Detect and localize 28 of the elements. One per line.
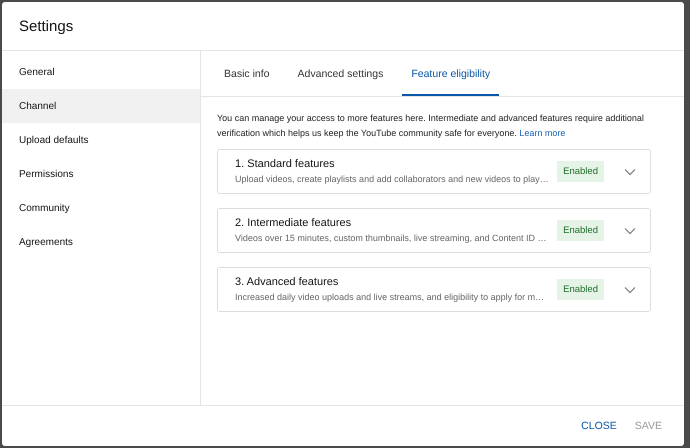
- status-badge: Enabled: [557, 161, 604, 182]
- footer-button[interactable]: CLOSE: [573, 414, 625, 438]
- sidebar-item[interactable]: Upload defaults: [2, 123, 200, 157]
- tab[interactable]: Advanced settings: [288, 51, 392, 96]
- tab[interactable]: Basic info: [215, 51, 279, 96]
- sidebar-item[interactable]: General: [2, 55, 200, 89]
- feature-description: Videos over 15 minutes, custom thumbnails, live streaming, and Content ID …: [235, 232, 548, 244]
- learn-more-link[interactable]: Learn more: [519, 128, 566, 138]
- feature-title: 3. Advanced features: [235, 276, 340, 288]
- feature-card[interactable]: 1. Standard features Upload videos, create playlists and add collaborators and new videos to play… Enabled: [217, 149, 651, 194]
- tab[interactable]: Feature eligibility: [402, 51, 500, 96]
- status-badge: Enabled: [557, 220, 604, 241]
- feature-description: Increased daily video uploads and live streams, and eligibility to apply for m…: [235, 291, 546, 303]
- status-badge: Enabled: [557, 279, 604, 300]
- feature-title: 2. Intermediate features: [235, 217, 352, 229]
- sidebar-item[interactable]: Community: [2, 191, 200, 225]
- dialog-title: Settings: [19, 18, 74, 34]
- feature-title: 1. Standard features: [235, 158, 336, 170]
- feature-card[interactable]: 2. Intermediate features Videos over 15 minutes, custom thumbnails, live streaming, and Content ID … Enabled: [217, 208, 651, 253]
- feature-description: Upload videos, create playlists and add collaborators and new videos to play…: [235, 173, 550, 185]
- chevron-icon[interactable]: [624, 286, 636, 294]
- chevron-icon[interactable]: [624, 168, 636, 176]
- feature-card[interactable]: 3. Advanced features Increased daily video uploads and live streams, and eligibility to apply for m… Enabled: [217, 267, 651, 312]
- sidebar-item[interactable]: Channel: [2, 89, 200, 123]
- sidebar-item[interactable]: Permissions: [2, 157, 200, 191]
- chevron-icon[interactable]: [624, 226, 636, 234]
- intro-text: You can manage your access to more features here. Intermediate and advanced features require additional verification which helps us keep the YouTube community safe for everyone. Learn more: [217, 112, 645, 140]
- sidebar-item[interactable]: Agreements: [2, 225, 200, 259]
